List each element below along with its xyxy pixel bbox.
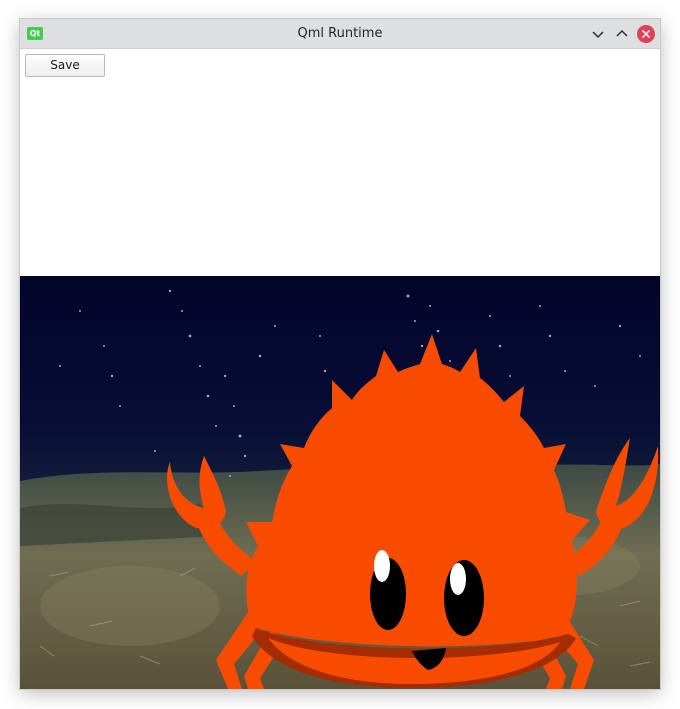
minimize-button[interactable] — [588, 24, 608, 44]
title-bar[interactable]: Qt Qml Runtime — [20, 19, 660, 49]
qml-content-area: Save — [20, 49, 660, 689]
close-icon — [637, 25, 655, 43]
ferris-crab-icon — [20, 276, 660, 689]
crab-image — [20, 276, 660, 689]
maximize-button[interactable] — [612, 24, 632, 44]
close-button[interactable] — [636, 24, 656, 44]
app-window: Qt Qml Runtime Save — [20, 19, 660, 689]
save-button[interactable]: Save — [25, 54, 105, 77]
window-title: Qml Runtime — [297, 26, 383, 41]
chevron-down-icon — [592, 31, 604, 39]
chevron-up-icon — [616, 29, 628, 37]
